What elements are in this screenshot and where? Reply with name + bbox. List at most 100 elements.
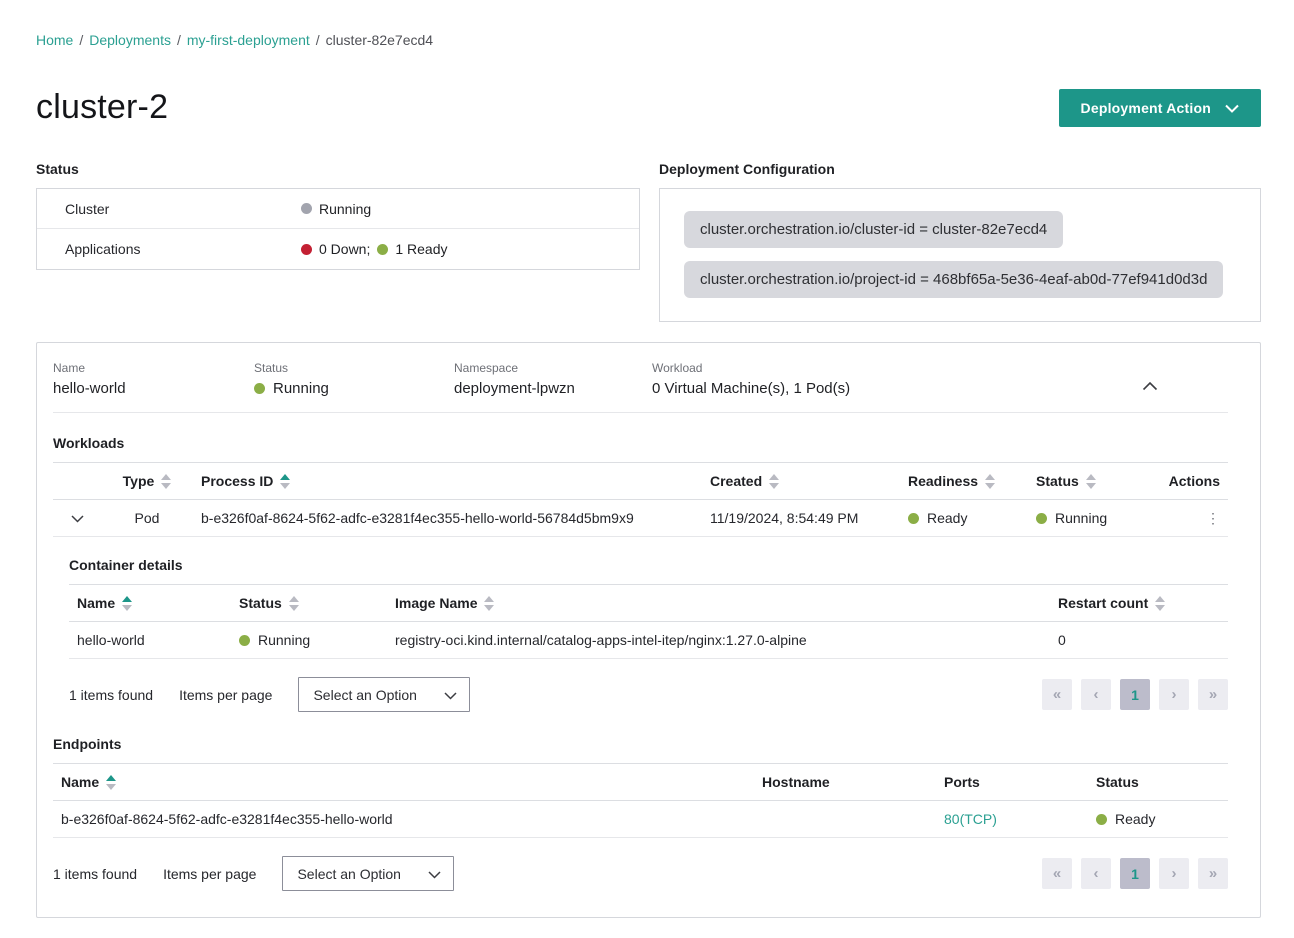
workload-readiness-cell: Ready (900, 500, 1028, 537)
status-dot-green-icon (1036, 513, 1047, 524)
column-header-actions: Actions (1148, 463, 1228, 500)
workload-status-text: Running (1055, 510, 1107, 526)
current-page-button[interactable]: 1 (1120, 858, 1150, 889)
page-title: cluster-2 (36, 88, 168, 127)
column-header-status[interactable]: Status (231, 585, 387, 622)
summary-status-label: Status (254, 361, 454, 375)
column-header-type[interactable]: Type (101, 463, 193, 500)
sort-icon[interactable] (1155, 596, 1165, 611)
column-label: Status (1036, 473, 1079, 489)
summary-name-label: Name (53, 361, 254, 375)
items-per-page-select[interactable]: Select an Option (282, 856, 454, 891)
status-panel-title: Status (36, 161, 640, 177)
sort-icon[interactable] (484, 596, 494, 611)
column-label: Status (239, 595, 282, 611)
cluster-detail-page: Home / Deployments / my-first-deployment… (0, 0, 1294, 938)
expand-row-chevron-down-icon[interactable] (71, 510, 84, 526)
container-details-table: Name Status Image Name (69, 584, 1228, 659)
workload-actions-cell: ⋮ (1148, 500, 1228, 537)
workload-row: Pod b-e326f0af-8624-5f62-adfc-e3281f4ec3… (53, 500, 1228, 537)
breadcrumb-deployment-name[interactable]: my-first-deployment (187, 32, 310, 48)
column-label: Process ID (201, 473, 273, 489)
port-link[interactable]: 80(TCP) (944, 811, 997, 827)
status-dot-green-icon (908, 513, 919, 524)
sort-icon-active[interactable] (106, 775, 116, 790)
container-status-cell: Running (231, 622, 387, 659)
column-header-hostname: Hostname (754, 764, 936, 801)
summary-name: Name hello-world (53, 361, 254, 397)
container-table-footer: 1 items found Items per page Select an O… (69, 677, 1228, 712)
collapse-card-button[interactable] (1138, 375, 1162, 398)
cluster-status-value: Running (301, 201, 371, 217)
previous-page-button[interactable]: ‹ (1081, 679, 1111, 710)
pagination: « ‹ 1 › » (1042, 679, 1228, 710)
pagination: « ‹ 1 › » (1042, 858, 1228, 889)
container-image-cell: registry-oci.kind.internal/catalog-apps-… (387, 622, 1050, 659)
workloads-section: Workloads Type Process ID (53, 435, 1228, 891)
current-page-button[interactable]: 1 (1120, 679, 1150, 710)
endpoints-section: Endpoints Name Hostname (53, 736, 1228, 891)
column-header-created[interactable]: Created (702, 463, 900, 500)
deployment-action-button[interactable]: Deployment Action (1059, 89, 1261, 127)
workload-status-cell: Running (1028, 500, 1148, 537)
chevron-down-icon (1225, 100, 1239, 116)
container-name-cell: hello-world (69, 622, 231, 659)
breadcrumb-deployments[interactable]: Deployments (89, 32, 171, 48)
column-header-process-id[interactable]: Process ID (193, 463, 702, 500)
summary-status: Status Running (254, 361, 454, 397)
workloads-table: Type Process ID Created Readiness (53, 462, 1228, 537)
sort-icon[interactable] (985, 474, 995, 489)
sort-icon[interactable] (161, 474, 171, 489)
column-header-status[interactable]: Status (1028, 463, 1148, 500)
endpoints-header-row: Name Hostname Ports Status (53, 764, 1228, 801)
previous-page-button[interactable]: ‹ (1081, 858, 1111, 889)
column-header-restart-count[interactable]: Restart count (1050, 585, 1228, 622)
container-row: hello-world Running registry-oci.kind.in… (69, 622, 1228, 659)
summary-namespace-label: Namespace (454, 361, 652, 375)
container-details-title: Container details (69, 557, 1228, 573)
column-header-readiness[interactable]: Readiness (900, 463, 1028, 500)
container-restart-count-cell: 0 (1050, 622, 1228, 659)
first-page-button[interactable]: « (1042, 679, 1072, 710)
sort-icon-active[interactable] (280, 474, 290, 489)
chevron-down-icon (428, 866, 441, 882)
application-summary-row: Name hello-world Status Running Namespac… (53, 353, 1228, 413)
sort-icon-active[interactable] (122, 596, 132, 611)
status-dot-green-icon (1096, 814, 1107, 825)
kebab-menu-icon[interactable]: ⋮ (1206, 510, 1220, 527)
column-header-name[interactable]: Name (69, 585, 231, 622)
breadcrumb-separator: / (79, 32, 83, 48)
container-header-row: Name Status Image Name (69, 585, 1228, 622)
status-config-section: Status Cluster Running Applications 0 Do… (36, 161, 1261, 322)
deployment-config-panel: Deployment Configuration cluster.orchest… (659, 161, 1261, 322)
items-per-page-label: Items per page (163, 866, 256, 882)
column-label: Type (123, 473, 155, 489)
sort-icon[interactable] (1086, 474, 1096, 489)
column-label: Created (710, 473, 762, 489)
status-dot-red-icon (301, 244, 312, 255)
sort-icon[interactable] (769, 474, 779, 489)
endpoint-status-text: Ready (1115, 811, 1155, 827)
breadcrumb-separator: / (177, 32, 181, 48)
column-label: Name (77, 595, 115, 611)
status-panel-box: Cluster Running Applications 0 Down; 1 R… (36, 188, 640, 270)
column-header-name[interactable]: Name (53, 764, 754, 801)
next-page-button[interactable]: › (1159, 858, 1189, 889)
container-details-section: Container details Name Status (69, 557, 1228, 712)
column-header-image-name[interactable]: Image Name (387, 585, 1050, 622)
summary-workload: Workload 0 Virtual Machine(s), 1 Pod(s) (652, 361, 1138, 397)
status-row-cluster: Cluster Running (37, 189, 639, 229)
last-page-button[interactable]: » (1198, 679, 1228, 710)
column-label: Restart count (1058, 595, 1148, 611)
sort-icon[interactable] (289, 596, 299, 611)
summary-workload-label: Workload (652, 361, 1138, 375)
next-page-button[interactable]: › (1159, 679, 1189, 710)
applications-ready-text: 1 Ready (395, 241, 447, 257)
first-page-button[interactable]: « (1042, 858, 1072, 889)
status-dot-gray-icon (301, 203, 312, 214)
last-page-button[interactable]: » (1198, 858, 1228, 889)
summary-namespace-value: deployment-lpwzn (454, 380, 652, 397)
breadcrumb-home[interactable]: Home (36, 32, 73, 48)
column-label: Readiness (908, 473, 978, 489)
items-per-page-select[interactable]: Select an Option (298, 677, 470, 712)
